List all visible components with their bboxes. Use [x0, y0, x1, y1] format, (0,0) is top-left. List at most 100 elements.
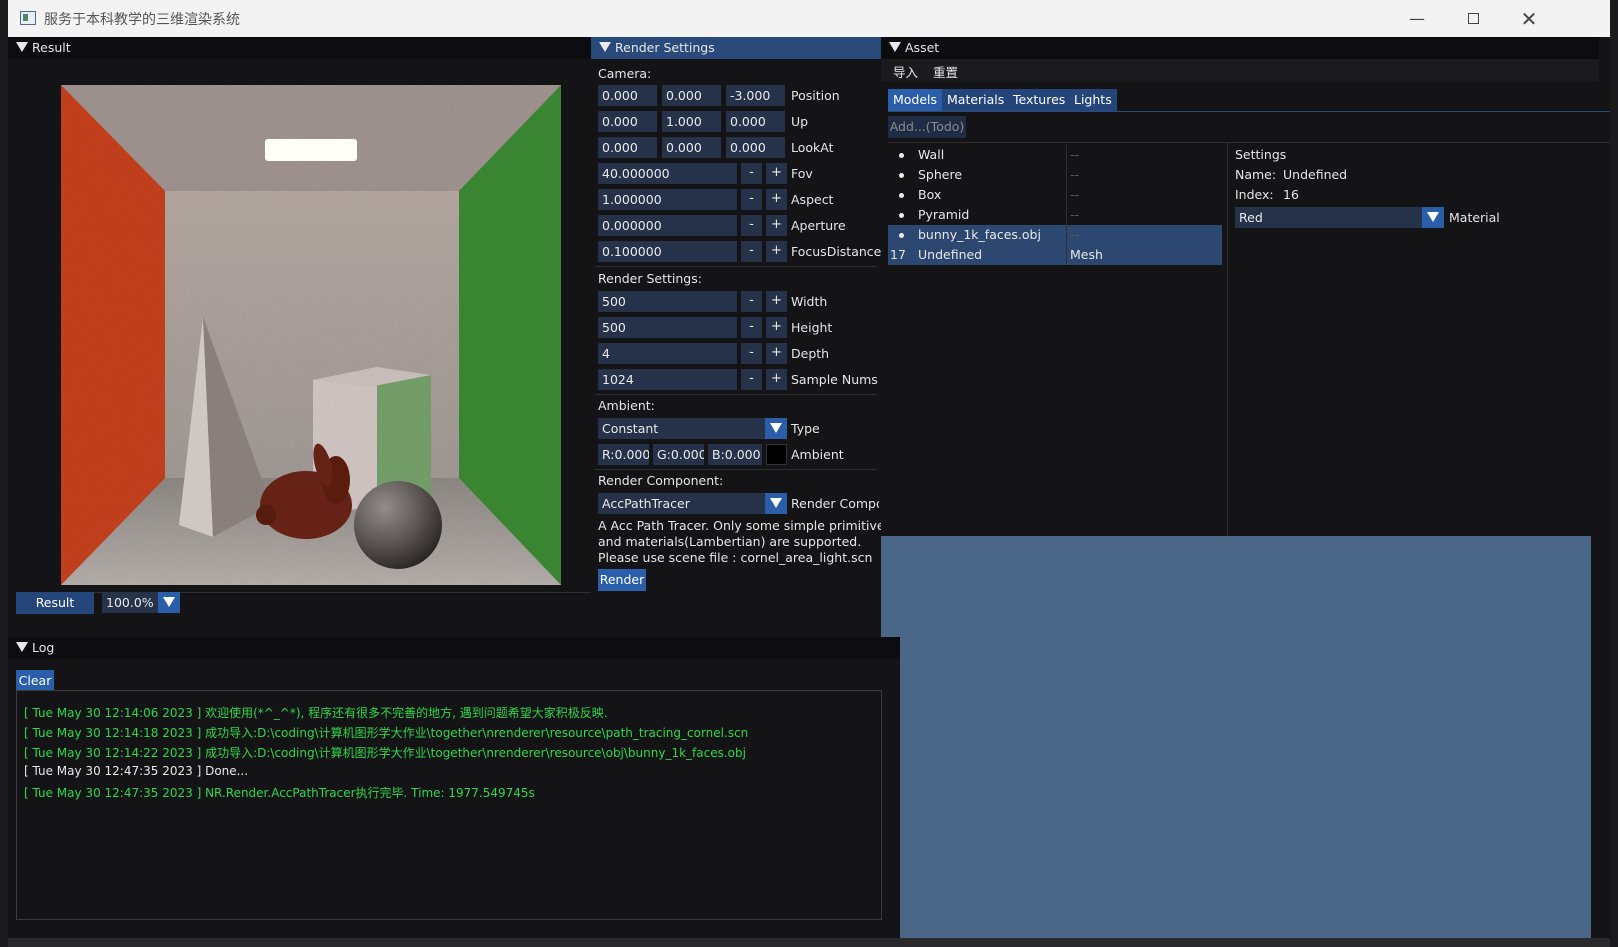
- tab-models[interactable]: Models: [888, 89, 943, 111]
- tab-materials[interactable]: Materials: [942, 89, 1010, 111]
- render-result-image: [61, 85, 561, 585]
- fov-decrement-button[interactable]: -: [741, 163, 762, 184]
- model-type: --: [1070, 227, 1080, 242]
- table-row-selected[interactable]: 17 Undefined Mesh: [888, 245, 1222, 265]
- focus-distance-decrement-button[interactable]: -: [741, 241, 762, 262]
- lookat-z-input[interactable]: 0.000: [726, 137, 785, 158]
- models-table: Wall -- Sphere -- Box -- Pyramid -- bunn…: [888, 145, 1222, 267]
- bullet-icon: [899, 233, 904, 238]
- aperture-input[interactable]: 0.000000: [598, 215, 737, 236]
- ambient-color-swatch[interactable]: [766, 444, 787, 465]
- focus-distance-increment-button[interactable]: +: [766, 241, 787, 262]
- result-button[interactable]: Result: [16, 592, 94, 614]
- name-value: Undefined: [1283, 167, 1348, 182]
- focus-distance-input[interactable]: 0.100000: [598, 241, 737, 262]
- sample-nums-increment-button[interactable]: +: [766, 369, 787, 390]
- aspect-increment-button[interactable]: +: [766, 189, 787, 210]
- aperture-increment-button[interactable]: +: [766, 215, 787, 236]
- asset-panel-header[interactable]: Asset: [881, 37, 1599, 59]
- height-increment-button[interactable]: +: [766, 317, 787, 338]
- material-select[interactable]: Red: [1235, 207, 1424, 228]
- close-button[interactable]: ✕: [1500, 0, 1558, 37]
- bullet-icon: [899, 213, 904, 218]
- position-z-input[interactable]: -3.000: [726, 85, 785, 106]
- height-label: Height: [791, 320, 833, 335]
- ambient-type-select[interactable]: Constant: [598, 418, 768, 439]
- render-settings-panel: Render Settings Camera: 0.000 0.000 -3.0…: [591, 37, 891, 637]
- fov-input[interactable]: 40.000000: [598, 163, 737, 184]
- ambient-b-input[interactable]: B:0.000: [708, 444, 762, 465]
- tab-lights[interactable]: Lights: [1069, 89, 1117, 111]
- asset-panel-title: Asset: [905, 40, 940, 55]
- maximize-button[interactable]: [1444, 0, 1502, 37]
- model-name: Box: [918, 187, 942, 202]
- table-row[interactable]: Box --: [888, 185, 1222, 205]
- log-panel-title: Log: [32, 640, 55, 655]
- table-row-selected[interactable]: bunny_1k_faces.obj --: [888, 225, 1222, 245]
- ambient-g-input[interactable]: G:0.000: [653, 444, 704, 465]
- table-row[interactable]: Pyramid --: [888, 205, 1222, 225]
- add-model-button[interactable]: Add...(Todo): [888, 116, 966, 138]
- lookat-x-input[interactable]: 0.000: [598, 137, 657, 158]
- render-settings-header[interactable]: Render Settings: [591, 37, 881, 59]
- zoom-select[interactable]: 100.0%: [102, 592, 160, 613]
- material-label: Material: [1449, 210, 1500, 225]
- collapse-triangle-icon[interactable]: [599, 42, 611, 52]
- tab-textures[interactable]: Textures: [1008, 89, 1071, 111]
- width-increment-button[interactable]: +: [766, 291, 787, 312]
- height-decrement-button[interactable]: -: [741, 317, 762, 338]
- sample-nums-input[interactable]: 1024: [598, 369, 737, 390]
- width-input[interactable]: 500: [598, 291, 737, 312]
- aspect-decrement-button[interactable]: -: [741, 189, 762, 210]
- aperture-decrement-button[interactable]: -: [741, 215, 762, 236]
- log-panel-header[interactable]: Log: [8, 637, 900, 659]
- log-line: [ Tue May 30 12:47:35 2023 ] NR.Render.A…: [24, 786, 535, 800]
- tab-underline: [888, 111, 1610, 112]
- zoom-dropdown-arrow-icon[interactable]: [158, 592, 180, 613]
- aspect-input[interactable]: 1.000000: [598, 189, 737, 210]
- collapse-triangle-icon[interactable]: [16, 42, 28, 52]
- depth-increment-button[interactable]: +: [766, 343, 787, 364]
- model-name: Wall: [918, 147, 945, 162]
- ambient-type-dropdown-arrow-icon[interactable]: [765, 418, 787, 439]
- table-row[interactable]: Wall --: [888, 145, 1222, 165]
- minimize-button[interactable]: —: [1388, 0, 1446, 37]
- position-y-input[interactable]: 0.000: [662, 85, 721, 106]
- up-y-input[interactable]: 1.000: [662, 111, 721, 132]
- result-panel-title: Result: [32, 40, 71, 55]
- result-panel-header[interactable]: Result: [8, 37, 609, 59]
- material-dropdown-arrow-icon[interactable]: [1422, 207, 1444, 228]
- fov-increment-button[interactable]: +: [766, 163, 787, 184]
- collapse-triangle-icon[interactable]: [889, 42, 901, 52]
- width-decrement-button[interactable]: -: [741, 291, 762, 312]
- collapse-triangle-icon[interactable]: [16, 642, 28, 652]
- asset-menu-bar: 导入 重置: [881, 59, 1599, 81]
- title-bar[interactable]: 服务于本科教学的三维渲染系统 — ✕: [8, 0, 1610, 37]
- focus-distance-label: FocusDistance: [791, 244, 882, 259]
- up-z-input[interactable]: 0.000: [726, 111, 785, 132]
- description-line-2: and materials(Lambertian) are supported.: [598, 534, 862, 549]
- clear-log-button[interactable]: Clear: [16, 670, 54, 692]
- column-divider: [1066, 205, 1067, 225]
- table-row[interactable]: Sphere --: [888, 165, 1222, 185]
- depth-input[interactable]: 4: [598, 343, 737, 364]
- sample-nums-decrement-button[interactable]: -: [741, 369, 762, 390]
- model-type: --: [1070, 187, 1080, 202]
- up-x-input[interactable]: 0.000: [598, 111, 657, 132]
- lookat-y-input[interactable]: 0.000: [662, 137, 721, 158]
- menu-import[interactable]: 导入: [893, 62, 918, 81]
- render-component-select[interactable]: AccPathTracer: [598, 493, 768, 514]
- render-component-dropdown-arrow-icon[interactable]: [765, 493, 787, 514]
- depth-decrement-button[interactable]: -: [741, 343, 762, 364]
- render-button[interactable]: Render: [598, 569, 646, 591]
- result-panel: Result Result 100.0%: [8, 37, 609, 637]
- menu-reset[interactable]: 重置: [933, 62, 958, 81]
- model-type: --: [1070, 167, 1080, 182]
- window-title: 服务于本科教学的三维渲染系统: [44, 12, 240, 28]
- height-input[interactable]: 500: [598, 317, 737, 338]
- position-x-input[interactable]: 0.000: [598, 85, 657, 106]
- ambient-section-label: Ambient:: [598, 398, 655, 413]
- background-app-strip-right: [1610, 0, 1618, 947]
- ambient-r-input[interactable]: R:0.000: [598, 444, 649, 465]
- model-type: --: [1070, 207, 1080, 222]
